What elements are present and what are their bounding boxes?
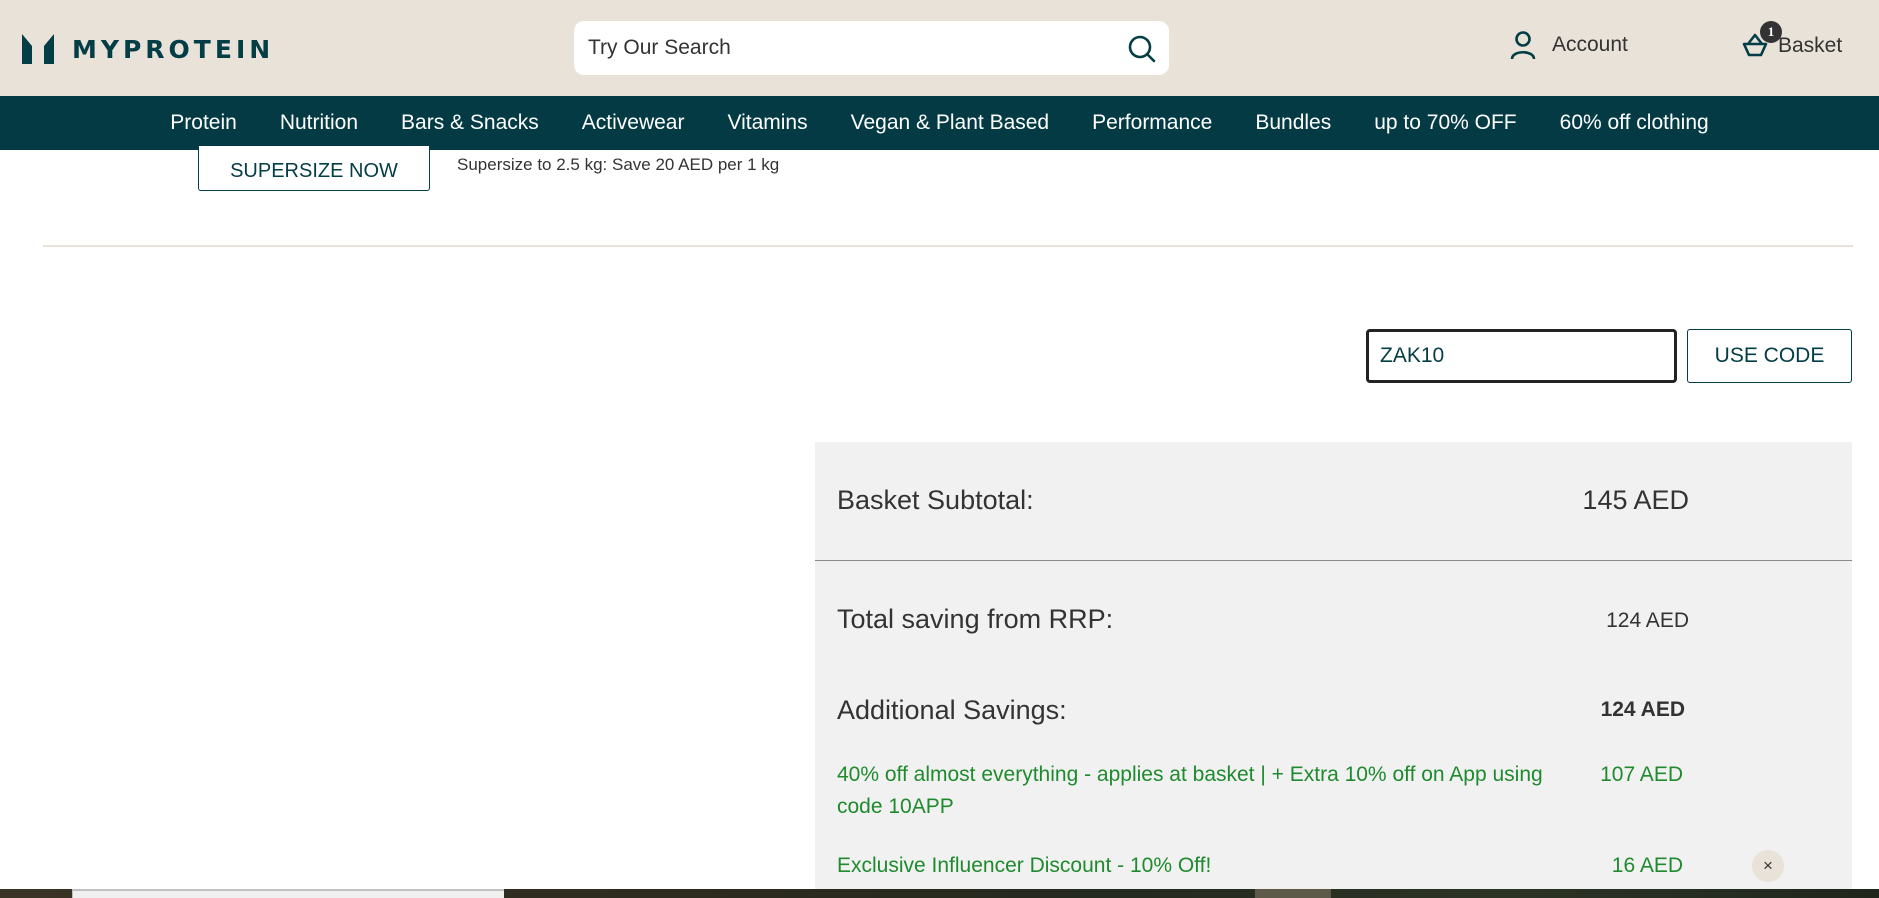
basket-icon-wrap: 1	[1740, 21, 1782, 62]
promotion-label: Exclusive Influencer Discount - 10% Off!	[837, 854, 1212, 877]
bottom-panel	[72, 889, 504, 898]
nav-item-bars-snacks[interactable]: Bars & Snacks	[380, 96, 561, 150]
promotion-value: 16 AED	[1611, 854, 1683, 877]
rrp-saving-value: 124 AED	[1606, 609, 1689, 632]
section-divider	[43, 245, 1853, 247]
search-input[interactable]	[588, 21, 1108, 75]
nav-item-activewear[interactable]: Activewear	[560, 96, 706, 150]
account-link[interactable]: Account	[1510, 30, 1628, 60]
main-nav: Protein Nutrition Bars & Snacks Activewe…	[0, 96, 1879, 150]
supersize-description: Supersize to 2.5 kg: Save 20 AED per 1 k…	[457, 155, 780, 174]
remove-discount-button[interactable]: ×	[1752, 850, 1784, 882]
nav-item-up-to-70-off[interactable]: up to 70% OFF	[1353, 96, 1538, 150]
nav-item-protein[interactable]: Protein	[149, 96, 259, 150]
nav-item-60-off-clothing[interactable]: 60% off clothing	[1538, 96, 1730, 150]
additional-savings-label: Additional Savings:	[837, 695, 1067, 725]
account-label: Account	[1552, 33, 1628, 56]
basket-summary: Basket Subtotal: 145 AED Total saving fr…	[815, 442, 1852, 898]
discount-code-input[interactable]	[1366, 329, 1677, 383]
search-icon[interactable]	[1127, 34, 1157, 64]
subtotal-value: 145 AED	[1582, 485, 1689, 515]
nav-item-performance[interactable]: Performance	[1071, 96, 1234, 150]
nav-item-nutrition[interactable]: Nutrition	[258, 96, 379, 150]
basket-label: Basket	[1778, 34, 1843, 57]
basket-count-badge: 1	[1760, 21, 1782, 43]
user-icon	[1510, 31, 1536, 60]
basket-link[interactable]: 1 Basket	[1740, 21, 1843, 62]
promotion-value: 107 AED	[1600, 763, 1683, 786]
site-header: MYPROTEIN Account 1 Basket	[0, 0, 1879, 96]
promotion-label: 40% off almost everything - applies at b…	[837, 763, 1543, 818]
brand-logo[interactable]: MYPROTEIN	[22, 34, 274, 64]
nav-item-vitamins[interactable]: Vitamins	[706, 96, 829, 150]
close-icon: ×	[1763, 856, 1773, 875]
summary-divider	[815, 560, 1852, 561]
rrp-saving-label: Total saving from RRP:	[837, 604, 1114, 634]
additional-savings-value: 124 AED	[1600, 698, 1685, 721]
brand-name: MYPROTEIN	[72, 34, 275, 64]
nav-item-vegan-plant-based[interactable]: Vegan & Plant Based	[829, 96, 1071, 150]
myprotein-m-logo-icon	[22, 34, 54, 64]
bottom-panel-accent	[1255, 889, 1331, 898]
subtotal-label: Basket Subtotal:	[837, 485, 1034, 515]
supersize-now-button[interactable]: SUPERSIZE NOW	[198, 146, 430, 191]
nav-item-bundles[interactable]: Bundles	[1234, 96, 1353, 150]
search-box[interactable]	[574, 21, 1169, 75]
use-code-button[interactable]: USE CODE	[1687, 329, 1852, 383]
